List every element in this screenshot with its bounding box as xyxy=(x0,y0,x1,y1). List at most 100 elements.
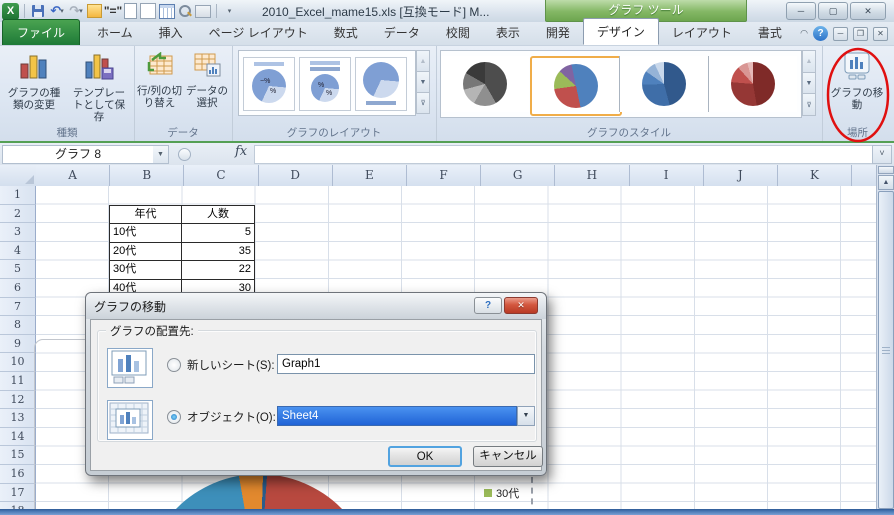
layouts-scroll-down-icon[interactable]: ▼ xyxy=(416,72,430,93)
row-header-1[interactable]: 1 xyxy=(0,186,36,205)
tab-layout[interactable]: レイアウト xyxy=(659,20,745,45)
workbook-restore-icon[interactable]: ❐ xyxy=(853,27,868,41)
save-as-template-button[interactable]: テンプレートとして保存 xyxy=(68,49,130,125)
scroll-up-icon[interactable]: ▲ xyxy=(878,175,894,190)
form-icon[interactable] xyxy=(195,5,211,18)
row-header-9[interactable]: 9 xyxy=(0,335,36,354)
formula-input[interactable] xyxy=(254,145,874,164)
tab-insert[interactable]: 挿入 xyxy=(146,20,196,45)
name-box[interactable]: グラフ 8 xyxy=(2,145,154,164)
table-icon[interactable] xyxy=(159,4,175,19)
move-chart-button[interactable]: グラフの移動 xyxy=(827,49,887,125)
select-all-corner[interactable] xyxy=(0,165,37,187)
minimize-icon[interactable]: ─ xyxy=(786,2,816,20)
more-commands-icon[interactable]: ▾ xyxy=(222,3,238,19)
object-sheet-combobox[interactable]: Sheet4 xyxy=(277,406,517,426)
column-header-H[interactable]: H xyxy=(555,165,629,186)
tab-design[interactable]: デザイン xyxy=(583,18,659,45)
style-red[interactable] xyxy=(708,56,797,112)
column-header-B[interactable]: B xyxy=(110,165,184,186)
styles-scroll-up-icon[interactable]: ▲ xyxy=(802,50,816,73)
ok-button[interactable]: OK xyxy=(388,446,462,467)
column-header-G[interactable]: G xyxy=(481,165,555,186)
row-header-16[interactable]: 16 xyxy=(0,465,36,484)
new-note-icon[interactable] xyxy=(87,4,102,18)
column-header-F[interactable]: F xyxy=(407,165,481,186)
tab-view[interactable]: 表示 xyxy=(483,20,533,45)
row-header-10[interactable]: 10 xyxy=(0,353,36,372)
tab-developer[interactable]: 開発 xyxy=(533,20,583,45)
row-header-13[interactable]: 13 xyxy=(0,409,36,428)
help-icon[interactable]: ? xyxy=(813,26,828,41)
save-icon[interactable] xyxy=(30,3,46,19)
column-header-J[interactable]: J xyxy=(704,165,778,186)
formula-bar-splitter[interactable] xyxy=(178,148,191,161)
column-header-D[interactable]: D xyxy=(259,165,333,186)
column-header-I[interactable]: I xyxy=(630,165,704,186)
table-data-cell[interactable]: 30代 xyxy=(109,260,182,280)
tab-data[interactable]: データ xyxy=(371,20,433,45)
select-data-button[interactable]: データの選択 xyxy=(184,49,230,125)
row-header-11[interactable]: 11 xyxy=(0,372,36,391)
close-icon[interactable]: ✕ xyxy=(850,2,886,20)
table-header-cell[interactable]: 年代 xyxy=(109,205,182,225)
tab-review[interactable]: 校閲 xyxy=(433,20,483,45)
table-data-cell[interactable]: 20代 xyxy=(109,242,182,262)
layouts-more-icon[interactable]: ⊽ xyxy=(416,93,430,114)
workbook-close-icon[interactable]: ✕ xyxy=(873,27,888,41)
row-header-5[interactable]: 5 xyxy=(0,260,36,279)
switch-row-column-button[interactable]: 行/列の切り替え xyxy=(136,49,183,125)
dialog-help-icon[interactable]: ? xyxy=(474,297,502,314)
row-header-15[interactable]: 15 xyxy=(0,446,36,465)
row-header-7[interactable]: 7 xyxy=(0,298,36,317)
table-data-cell[interactable]: 35 xyxy=(181,242,255,262)
row-header-3[interactable]: 3 xyxy=(0,223,36,242)
change-chart-type-button[interactable]: グラフの種類の変更 xyxy=(3,49,65,125)
dialog-close-icon[interactable]: ✕ xyxy=(504,297,538,314)
layout-1-thumbnail[interactable]: −%% xyxy=(243,57,295,111)
scrollbar-thumb[interactable] xyxy=(878,191,894,509)
tab-formulas[interactable]: 数式 xyxy=(321,20,371,45)
new-sheet-name-input[interactable]: Graph1 xyxy=(277,354,535,374)
tab-home[interactable]: ホーム xyxy=(84,20,146,45)
insert-function-icon[interactable]: fx xyxy=(235,144,247,159)
new-sheet-radio[interactable] xyxy=(167,358,181,372)
dialog-title-bar[interactable]: グラフの移動 ? ✕ xyxy=(86,293,546,319)
column-header-K[interactable]: K xyxy=(778,165,852,186)
row-header-6[interactable]: 6 xyxy=(0,279,36,298)
column-header-C[interactable]: C xyxy=(184,165,258,186)
column-header-A[interactable]: A xyxy=(36,165,110,186)
row-header-17[interactable]: 17 xyxy=(0,484,36,503)
table-header-cell[interactable]: 人数 xyxy=(181,205,255,225)
vertical-scrollbar[interactable]: ▲ xyxy=(876,165,894,515)
combobox-dropdown-icon[interactable]: ▼ xyxy=(517,406,535,426)
column-header-E[interactable]: E xyxy=(333,165,407,186)
new-document-icon[interactable] xyxy=(124,3,137,19)
row-header-2[interactable]: 2 xyxy=(0,205,36,224)
layout-2-thumbnail[interactable]: %% xyxy=(299,57,351,111)
row-header-14[interactable]: 14 xyxy=(0,428,36,447)
row-header-4[interactable]: 4 xyxy=(0,242,36,261)
row-header-12[interactable]: 12 xyxy=(0,391,36,410)
maximize-icon[interactable]: ▢ xyxy=(818,2,848,20)
cancel-button[interactable]: キャンセル xyxy=(473,446,543,467)
style-grey[interactable] xyxy=(441,56,529,112)
collapse-ribbon-icon[interactable]: ◠ xyxy=(800,28,808,39)
equals-icon[interactable]: "=" xyxy=(105,3,121,19)
tab-page-layout[interactable]: ページ レイアウト xyxy=(196,20,321,45)
styles-scroll-down-icon[interactable]: ▼ xyxy=(802,73,816,95)
object-radio[interactable] xyxy=(167,410,181,424)
split-handle[interactable] xyxy=(878,166,894,174)
styles-more-icon[interactable]: ⊽ xyxy=(802,94,816,116)
undo-icon[interactable]: ↶▾ xyxy=(49,3,65,19)
expand-formula-bar-icon[interactable]: ˅ xyxy=(872,145,892,164)
column-header-L[interactable]: L xyxy=(852,165,876,186)
table-data-cell[interactable]: 10代 xyxy=(109,223,182,243)
table-data-cell[interactable]: 22 xyxy=(181,260,255,280)
layout-3-thumbnail[interactable] xyxy=(355,57,407,111)
table-data-cell[interactable]: 5 xyxy=(181,223,255,243)
print-preview-icon[interactable] xyxy=(178,4,192,18)
excel-logo-icon[interactable]: X xyxy=(2,3,19,20)
row-header-8[interactable]: 8 xyxy=(0,316,36,335)
workbook-minimize-icon[interactable]: ─ xyxy=(833,27,848,41)
